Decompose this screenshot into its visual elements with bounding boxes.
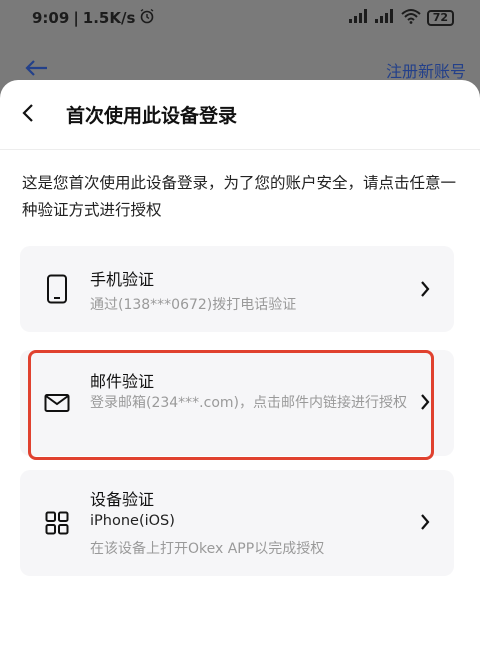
- back-button[interactable]: [0, 80, 56, 150]
- phone-option-detail: 通过(138***0672)拨打电话验证: [90, 297, 297, 313]
- mail-icon: [44, 388, 70, 418]
- wifi-icon: [401, 8, 421, 28]
- email-verification-option[interactable]: 邮件验证 登录邮箱(234***.com)，点击邮件内链接进行授权: [20, 350, 454, 456]
- sheet-description: 这是您首次使用此设备登录，为了您的账户安全，请点击任意一种验证方式进行授权: [22, 174, 457, 219]
- email-option-detail: 登录邮箱(234***.com)，点击邮件内链接进行授权: [90, 395, 407, 411]
- sheet-header: 首次使用此设备登录: [0, 80, 480, 150]
- register-link[interactable]: 注册新账号: [386, 58, 466, 82]
- phone-icon: [44, 274, 70, 304]
- phone-verification-option[interactable]: 手机验证 通过(138***0672)拨打电话验证: [20, 246, 454, 332]
- status-right: 72: [348, 8, 454, 28]
- email-option-title: 邮件验证: [90, 372, 155, 391]
- chevron-left-icon: [22, 103, 34, 127]
- alarm-icon: [139, 8, 155, 28]
- status-left: 9:09 | 1.5K/s: [32, 8, 155, 28]
- phone-option-title: 手机验证: [90, 270, 155, 289]
- device-option-title: 设备验证: [90, 490, 155, 509]
- battery-icon: 72: [426, 10, 454, 26]
- status-separator: |: [73, 9, 79, 27]
- chevron-right-icon: [418, 392, 432, 412]
- verification-sheet: 首次使用此设备登录 这是您首次使用此设备登录，为了您的账户安全，请点击任意一种验…: [0, 80, 480, 661]
- chevron-right-icon: [418, 512, 432, 532]
- grid-icon: [44, 508, 70, 538]
- signal-icon: [348, 9, 369, 27]
- device-verification-option[interactable]: 设备验证 iPhone(iOS) 在该设备上打开Okex APP以完成授权: [20, 470, 454, 576]
- chevron-right-icon: [418, 279, 432, 299]
- sheet-title: 首次使用此设备登录: [66, 105, 238, 127]
- device-option-model: iPhone(iOS): [90, 513, 175, 529]
- status-bar: 9:09 | 1.5K/s 72: [0, 0, 480, 36]
- device-option-detail: 在该设备上打开Okex APP以完成授权: [90, 541, 325, 557]
- status-time: 9:09: [32, 9, 70, 27]
- background-back-icon: [24, 59, 48, 81]
- status-speed: 1.5K/s: [82, 9, 136, 27]
- signal-hd-icon: [374, 9, 395, 27]
